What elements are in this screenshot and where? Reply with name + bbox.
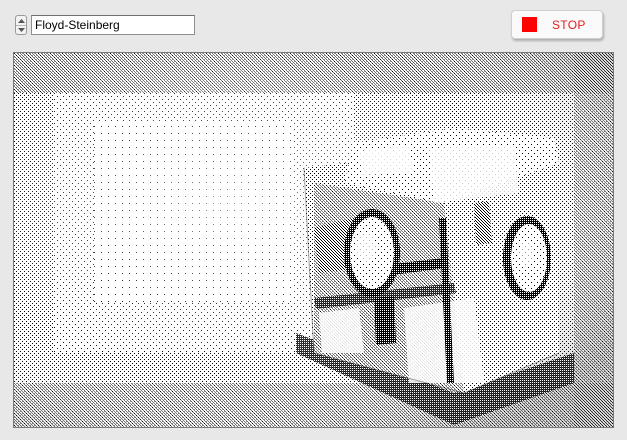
image-display — [13, 52, 614, 428]
chevron-up-icon — [17, 18, 25, 23]
stop-button[interactable]: STOP — [511, 10, 603, 39]
dither-algorithm-field[interactable]: Floyd-Steinberg — [31, 15, 195, 35]
chevron-down-icon — [17, 27, 25, 32]
stop-square-icon — [522, 17, 537, 32]
spinner-down-button[interactable] — [16, 25, 26, 34]
dithered-image — [14, 53, 613, 427]
stop-button-label: STOP — [552, 17, 586, 32]
algorithm-spinner[interactable] — [15, 15, 27, 35]
